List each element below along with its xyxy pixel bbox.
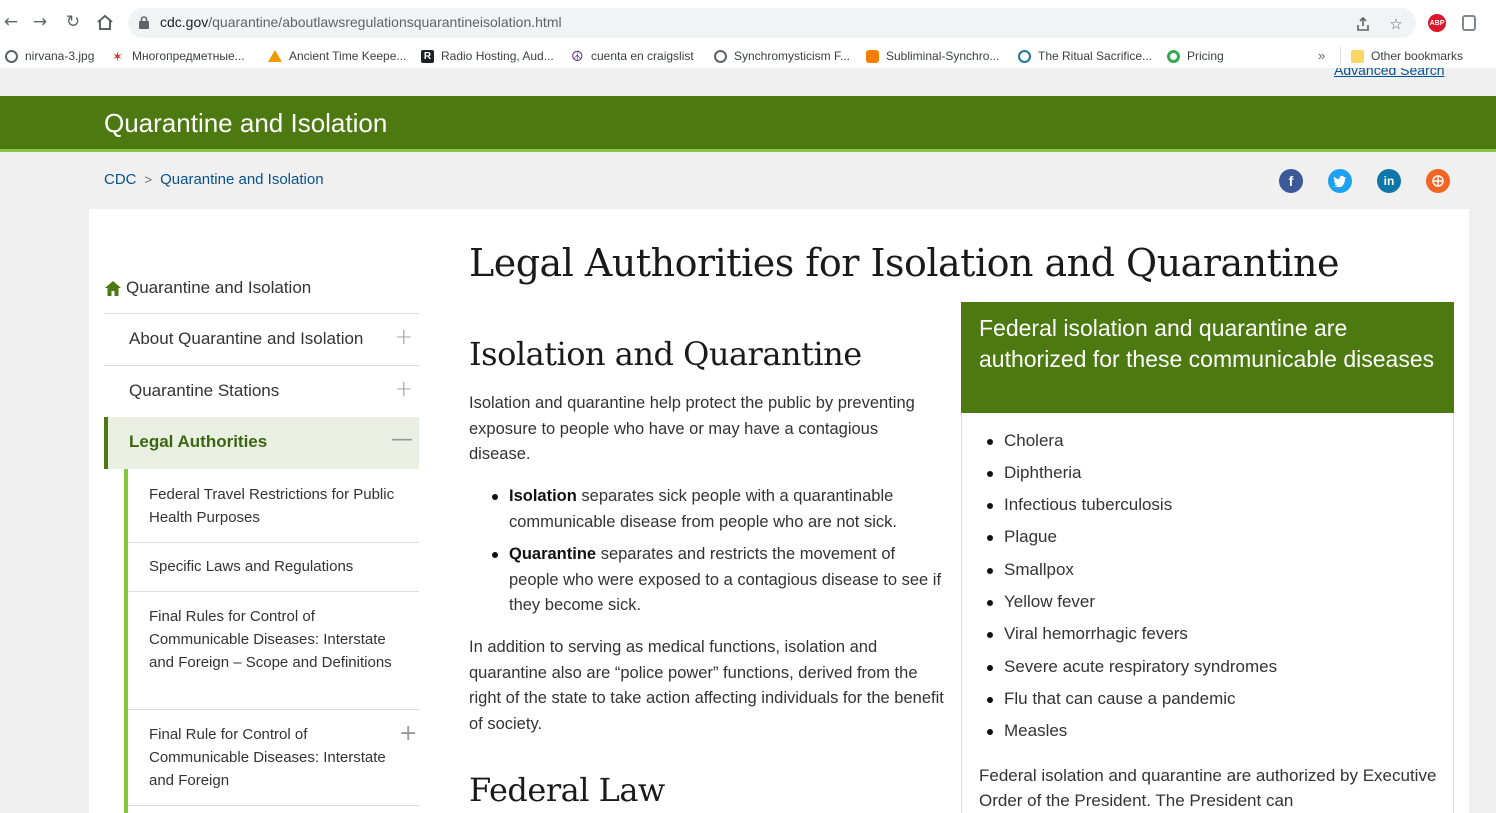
- page-content: Advanced Search Quarantine and Isolation…: [0, 68, 1496, 813]
- globe-icon: [714, 49, 727, 63]
- share-icon[interactable]: [1354, 15, 1372, 33]
- disease-item: Cholera: [987, 431, 1064, 450]
- content-card: Quarantine and Isolation About Quarantin…: [89, 209, 1469, 813]
- bookmark-item[interactable]: ✶ Многопредметные...: [112, 48, 245, 64]
- executive-order-paragraph: Federal isolation and quarantine are aut…: [979, 766, 1437, 810]
- bookmark-item[interactable]: R Radio Hosting, Aud...: [421, 48, 554, 64]
- reload-icon[interactable]: ↻: [62, 11, 84, 33]
- star-icon: ✶: [112, 48, 123, 64]
- adblock-plus-icon[interactable]: ABP: [1428, 14, 1446, 32]
- breadcrumb: CDC > Quarantine and Isolation: [104, 171, 324, 188]
- more-bookmarks-button[interactable]: »: [1318, 48, 1325, 63]
- expand-icon[interactable]: +: [395, 325, 413, 350]
- other-bookmarks-folder[interactable]: Other bookmarks: [1351, 48, 1463, 64]
- advanced-search-link[interactable]: Advanced Search: [1334, 68, 1445, 78]
- peace-icon: ☮: [571, 47, 584, 64]
- collapse-icon[interactable]: —: [391, 427, 413, 452]
- linkedin-icon[interactable]: in: [1377, 169, 1401, 193]
- home-icon: [105, 280, 121, 296]
- bookmark-item[interactable]: The Ritual Sacrifice...: [1018, 48, 1152, 64]
- url-text: cdc.gov/quarantine/aboutlawsregulationsq…: [160, 14, 562, 30]
- blogger-icon: [866, 49, 879, 63]
- disease-item: Severe acute respiratory syndromes: [986, 657, 1278, 676]
- diseases-box-heading: Federal isolation and quarantine are aut…: [961, 302, 1454, 413]
- twitter-icon[interactable]: [1328, 169, 1352, 193]
- disease-item: Yellow fever: [986, 592, 1096, 611]
- breadcrumb-quarantine[interactable]: Quarantine and Isolation: [160, 171, 323, 188]
- breadcrumb-separator: >: [144, 172, 153, 187]
- syndicate-icon[interactable]: [1426, 169, 1450, 193]
- submenu-divider: [128, 591, 419, 592]
- disease-item: Infectious tuberculosis: [986, 495, 1173, 514]
- submenu-item-specific-laws[interactable]: Specific Laws and Regulations: [149, 555, 404, 578]
- extension-icon[interactable]: [1462, 15, 1476, 31]
- back-icon[interactable]: ←: [0, 11, 22, 33]
- disease-item: Measles: [986, 721, 1068, 740]
- breadcrumb-cdc[interactable]: CDC: [104, 171, 137, 188]
- forward-icon[interactable]: →: [29, 11, 51, 33]
- sidebar-home-link[interactable]: Quarantine and Isolation: [104, 278, 311, 298]
- disease-item: Flu that can cause a pandemic: [987, 689, 1236, 708]
- submenu-divider: [128, 542, 419, 543]
- disease-item: Diphtheria: [987, 463, 1082, 482]
- submenu-divider: [128, 805, 419, 806]
- site-banner: Quarantine and Isolation: [0, 96, 1496, 152]
- disease-item: Smallpox: [987, 560, 1074, 579]
- intro-paragraph: Isolation and quarantine help protect th…: [469, 394, 915, 463]
- sidebar-item-legal-authorities[interactable]: Legal Authorities —: [104, 417, 419, 469]
- bookmark-item[interactable]: Pricing: [1167, 48, 1224, 64]
- police-power-paragraph: In addition to serving as medical functi…: [469, 638, 944, 733]
- bookmarks-divider: [1340, 47, 1341, 65]
- submenu-rail: [124, 469, 128, 813]
- expand-icon[interactable]: +: [395, 377, 413, 402]
- expand-icon[interactable]: +: [399, 721, 417, 746]
- globe-icon: [5, 49, 18, 63]
- diseases-box: Federal isolation and quarantine are aut…: [961, 302, 1454, 813]
- bookmark-item[interactable]: Ancient Time Keepe...: [268, 48, 406, 64]
- lock-icon: [139, 16, 149, 29]
- folder-icon: [1351, 49, 1364, 63]
- bookmark-item[interactable]: Synchromysticism F...: [714, 48, 850, 64]
- section-heading-federal-law: Federal Law: [469, 771, 665, 809]
- wordpress-icon: [1018, 49, 1031, 63]
- sidebar-divider: [104, 313, 419, 314]
- sidebar-divider: [104, 365, 419, 366]
- disease-item: Viral hemorrhagic fevers: [987, 624, 1188, 643]
- bookmark-item[interactable]: Subliminal-Synchro...: [866, 48, 999, 64]
- banner-title[interactable]: Quarantine and Isolation: [104, 108, 387, 139]
- page-title: Legal Authorities for Isolation and Quar…: [469, 241, 1340, 285]
- triangle-icon: [268, 50, 282, 62]
- address-bar[interactable]: cdc.gov/quarantine/aboutlawsregulationsq…: [128, 8, 1416, 38]
- submenu-item-final-rule[interactable]: Final Rule for Control of Communicable D…: [149, 723, 404, 792]
- home-icon[interactable]: [94, 11, 116, 33]
- r-square-icon: R: [421, 49, 434, 63]
- submenu-divider: [128, 709, 419, 710]
- browser-toolbar: ← → ↻ cdc.gov/quarantine/aboutlawsregula…: [0, 0, 1496, 44]
- bookmarks-bar: nirvana-3.jpg ✶ Многопредметные... Ancien…: [0, 44, 1496, 68]
- disease-item: Plague: [987, 527, 1057, 546]
- bookmark-star-icon[interactable]: ☆: [1387, 15, 1405, 33]
- section-heading-isolation: Isolation and Quarantine: [469, 335, 862, 373]
- submenu-item-travel-restrictions[interactable]: Federal Travel Restrictions for Public H…: [149, 483, 404, 529]
- bullet-quarantine: Quarantine separates and restricts the m…: [492, 542, 949, 619]
- bullet-isolation: Isolation separates sick people with a q…: [492, 484, 949, 535]
- submenu-item-final-rules-scope[interactable]: Final Rules for Control of Communicable …: [149, 605, 404, 674]
- bookmark-item[interactable]: nirvana-3.jpg: [5, 48, 94, 64]
- bookmark-item[interactable]: ☮ cuenta en craigslist: [571, 48, 694, 64]
- circle-icon: [1167, 49, 1180, 63]
- facebook-icon[interactable]: f: [1279, 169, 1303, 193]
